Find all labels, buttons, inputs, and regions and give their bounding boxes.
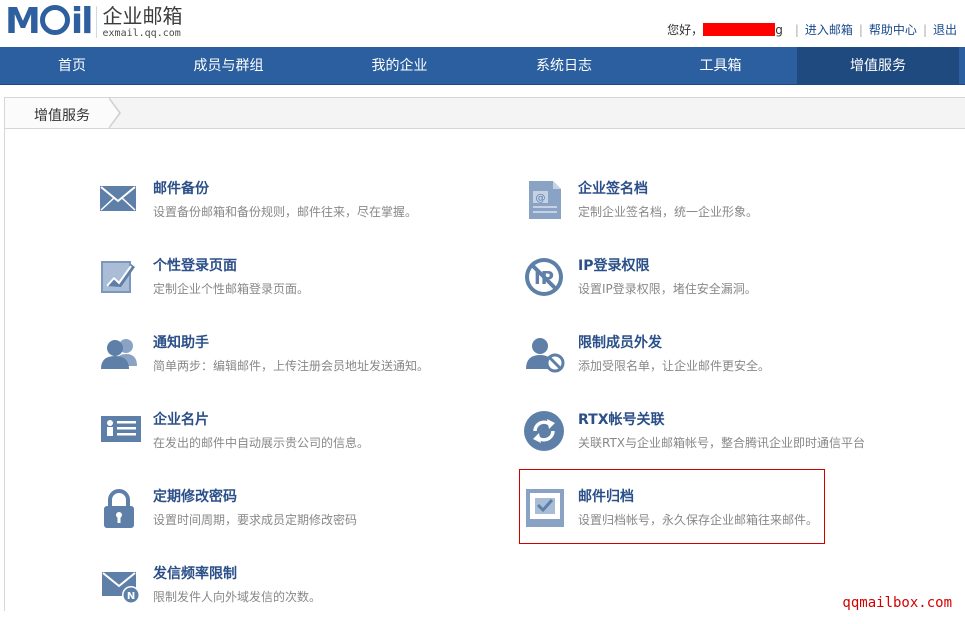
product-domain: exmail.qq.com xyxy=(102,28,181,39)
nav-system-log[interactable]: 系统日志 xyxy=(486,47,642,84)
redacted-username xyxy=(703,23,776,36)
service-title: 邮件备份 xyxy=(153,181,209,197)
nav-my-company[interactable]: 我的企业 xyxy=(313,47,486,84)
service-title: 限制成员外发 xyxy=(578,335,662,351)
envelope-icon xyxy=(98,179,142,223)
logo-mark: Mil xyxy=(5,1,94,42)
service-title: 发信频率限制 xyxy=(153,566,237,582)
help-center-link[interactable]: 帮助中心 xyxy=(869,21,917,38)
svg-text:N: N xyxy=(127,591,135,602)
logo[interactable]: Mil 企业邮箱 exmail.qq.com xyxy=(5,3,183,41)
service-desc: 简单两步：编辑邮件，上传注册会员地址发送通知。 xyxy=(153,359,430,373)
service-desc: 添加受限名单，让企业邮件更安全。 xyxy=(578,359,771,373)
service-rtx-account-link[interactable]: RTX帐号关联 关联RTX与企业邮箱帐号，整合腾讯企业即时通信平台 xyxy=(523,410,865,470)
service-company-signature[interactable]: @ 企业签名档 定制企业签名档，统一企业形象。 xyxy=(523,179,853,239)
service-desc: 关联RTX与企业邮箱帐号，整合腾讯企业即时通信平台 xyxy=(578,436,866,450)
service-desc: 定制企业个性邮箱登录页面。 xyxy=(153,282,310,296)
service-desc: 定制企业签名档，统一企业形象。 xyxy=(578,205,759,219)
watermark: qqmailbox.com xyxy=(842,595,952,611)
service-desc: 在发出的邮件中自动展示贵公司的信息。 xyxy=(153,436,370,450)
service-desc: 设置备份邮箱和备份规则，邮件往来，尽在掌握。 xyxy=(153,205,418,219)
product-title: 企业邮箱 xyxy=(102,4,183,28)
service-notification-assistant[interactable]: 通知助手 简单两步：编辑邮件，上传注册会员地址发送通知。 xyxy=(98,333,430,393)
mail-limit-icon: N xyxy=(98,564,142,608)
service-desc: 设置时间周期，要求成员定期修改密码 xyxy=(153,513,358,527)
lock-icon xyxy=(98,487,142,531)
service-title: 定期修改密码 xyxy=(153,489,237,505)
logout-link[interactable]: 退出 xyxy=(933,21,957,38)
nav-toolbox[interactable]: 工具箱 xyxy=(642,47,799,84)
svg-text:@: @ xyxy=(536,193,546,204)
service-periodic-password-change[interactable]: 定期修改密码 设置时间周期，要求成员定期修改密码 xyxy=(98,487,428,547)
breadcrumb: 增值服务 xyxy=(4,97,965,129)
top-header: Mil 企业邮箱 exmail.qq.com 您好， g | 进入邮箱 | 帮助… xyxy=(0,0,965,47)
service-custom-login-page[interactable]: 个性登录页面 定制企业个性邮箱登录页面。 xyxy=(98,256,428,316)
service-title: 个性登录页面 xyxy=(153,258,237,274)
service-send-frequency-limit[interactable]: N 发信频率限制 限制发件人向外域发信的次数。 xyxy=(98,564,428,624)
service-restrict-outbound[interactable]: 限制成员外发 添加受限名单，让企业邮件更安全。 xyxy=(523,333,853,393)
service-title: RTX帐号关联 xyxy=(578,412,665,428)
nav-value-added-services[interactable]: 增值服务 xyxy=(797,47,959,84)
edit-page-icon xyxy=(98,256,142,300)
service-desc: 设置IP登录权限，堵住安全漏洞。 xyxy=(578,282,757,296)
nav-home[interactable]: 首页 xyxy=(0,47,144,84)
service-business-card[interactable]: 企业名片 在发出的邮件中自动展示贵公司的信息。 xyxy=(98,410,428,470)
users-icon xyxy=(98,333,142,377)
top-links: 您好， g | 进入邮箱 | 帮助中心 | 退出 xyxy=(667,21,957,38)
signature-doc-icon: @ xyxy=(523,179,567,223)
service-mail-backup[interactable]: 邮件备份 设置备份邮箱和备份规则，邮件往来，尽在掌握。 xyxy=(98,179,428,239)
main-nav: 首页 成员与群组 我的企业 系统日志 工具箱 增值服务 xyxy=(0,47,965,85)
restricted-user-icon xyxy=(523,333,567,377)
service-desc: 限制发件人向外域发信的次数。 xyxy=(153,590,322,604)
greeting: 您好， xyxy=(667,23,704,37)
service-ip-login-permission[interactable]: IP IP登录权限 设置IP登录权限，堵住安全漏洞。 xyxy=(523,256,853,316)
no-ip-icon: IP xyxy=(523,256,567,300)
nav-members-groups[interactable]: 成员与群组 xyxy=(144,47,313,84)
service-title: 企业签名档 xyxy=(578,181,648,197)
business-card-icon xyxy=(98,410,142,454)
username-tail: g xyxy=(775,22,783,37)
enter-mailbox-link[interactable]: 进入邮箱 xyxy=(805,21,853,38)
highlight-box xyxy=(519,469,825,544)
service-title: 通知助手 xyxy=(153,335,209,351)
service-title: 企业名片 xyxy=(153,412,209,428)
sync-icon xyxy=(523,410,567,454)
breadcrumb-current: 增值服务 xyxy=(34,108,90,124)
service-title: IP登录权限 xyxy=(578,258,650,274)
